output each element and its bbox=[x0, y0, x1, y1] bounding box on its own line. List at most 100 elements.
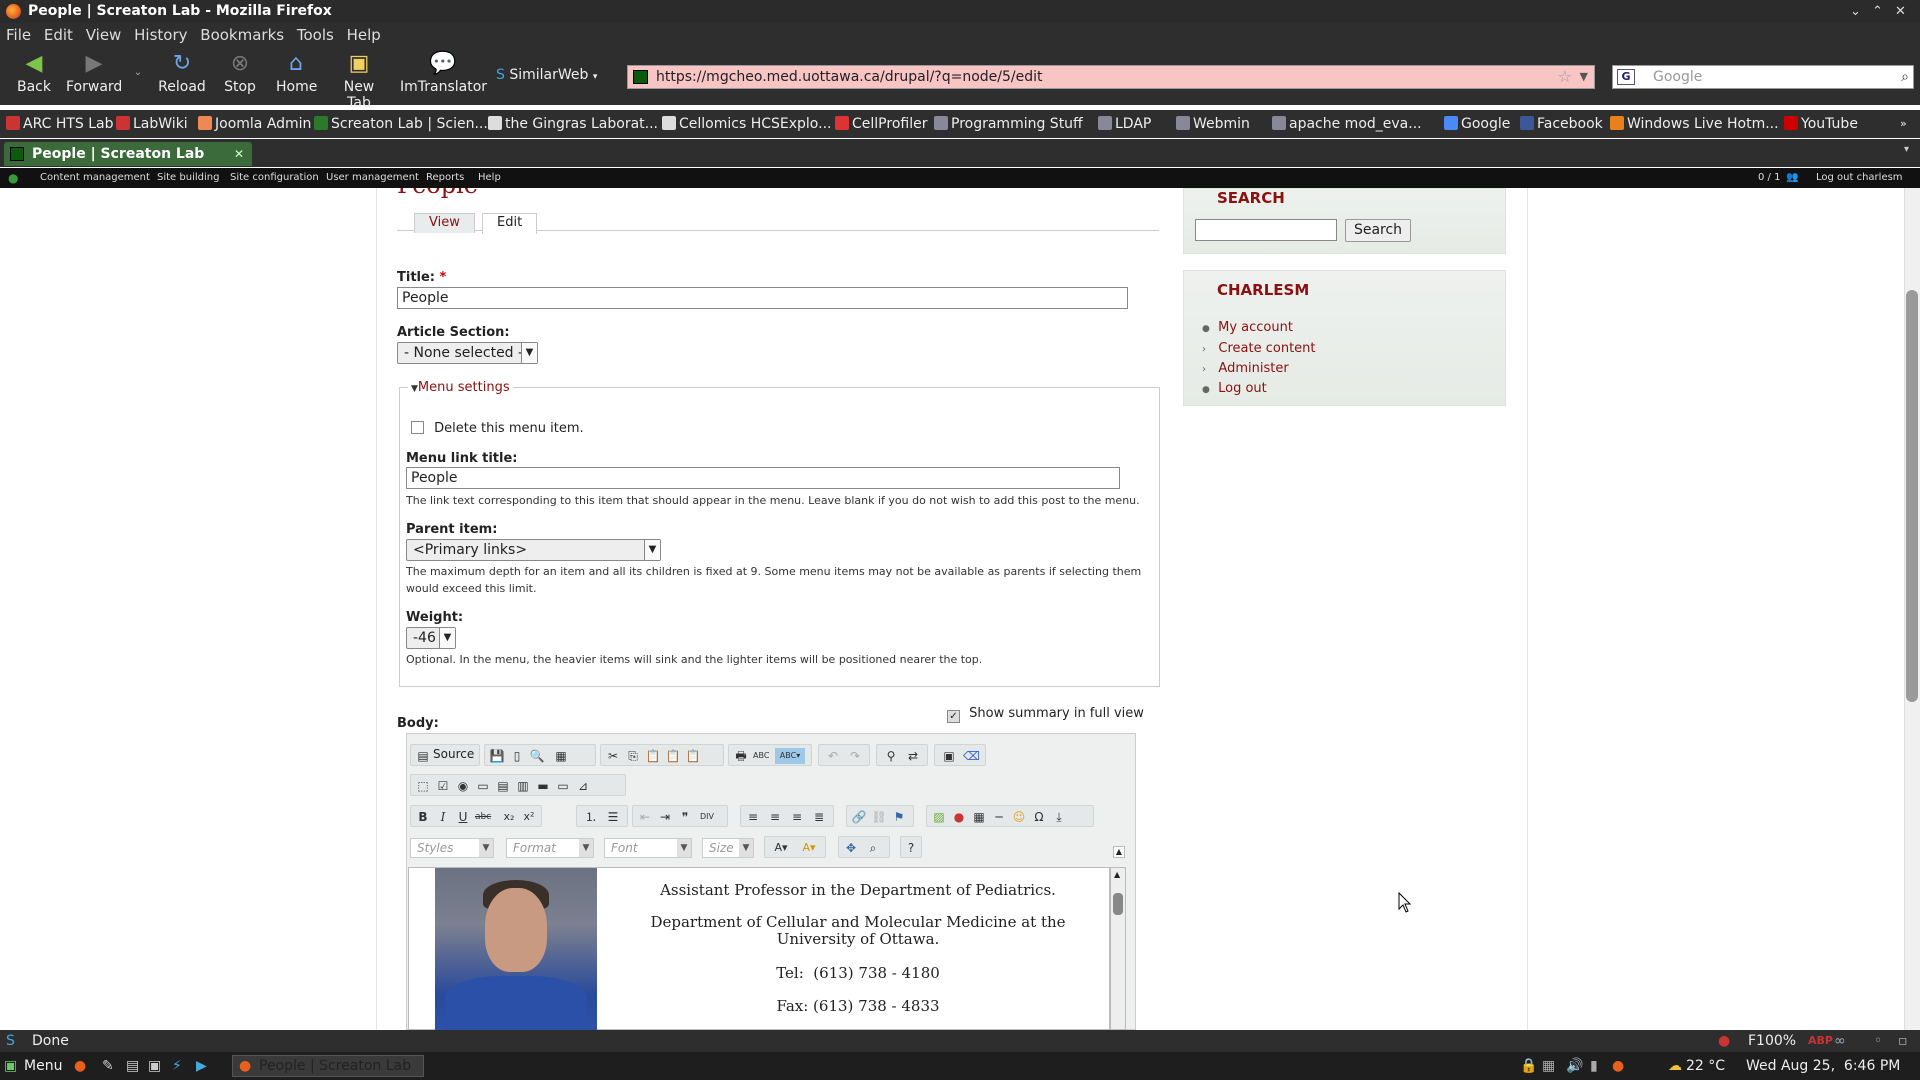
background-color-icon[interactable]: A▾ bbox=[797, 840, 821, 856]
image-button-icon[interactable]: ▭ bbox=[555, 778, 571, 794]
close-icon[interactable]: ✕ bbox=[1895, 0, 1906, 23]
format-dropdown[interactable]: Format ▼ bbox=[506, 838, 594, 858]
volume-icon[interactable]: 🔊 bbox=[1566, 1052, 1583, 1080]
radio-icon[interactable]: ◉ bbox=[455, 778, 471, 794]
parent-item-select[interactable]: <Primary links> ▼ bbox=[406, 539, 661, 561]
paste-word-icon[interactable]: 📋 bbox=[685, 748, 701, 764]
notes-launcher-icon[interactable]: ▤ bbox=[126, 1052, 139, 1080]
admin-site-configuration[interactable]: Site configuration bbox=[230, 168, 319, 188]
link-log-out[interactable]: ● Log out bbox=[1202, 379, 1316, 400]
article-section-select[interactable]: - None selected - ▼ bbox=[397, 342, 538, 364]
source-button[interactable]: ▤ Source bbox=[410, 744, 480, 766]
title-field[interactable]: People bbox=[397, 287, 1128, 309]
menu-tools[interactable]: Tools bbox=[297, 26, 334, 44]
home-button[interactable]: ⌂ Home bbox=[276, 51, 317, 95]
print-icon[interactable]: 🖶 bbox=[733, 748, 749, 764]
link-my-account[interactable]: ● My account bbox=[1202, 318, 1316, 339]
battery-icon[interactable]: ▮ bbox=[1590, 1052, 1598, 1080]
url-bar[interactable]: https://mgcheo.med.uottawa.ca/drupal/?q=… bbox=[627, 65, 1595, 89]
styles-dropdown[interactable]: Styles ▼ bbox=[410, 838, 494, 858]
admin-reports[interactable]: Reports bbox=[426, 168, 464, 188]
tab-people[interactable]: People | Screaton Lab ✕ bbox=[4, 142, 252, 166]
cut-icon[interactable]: ✂ bbox=[605, 748, 621, 764]
bookmark-joomla-admin[interactable]: Joomla Admin bbox=[198, 110, 311, 138]
blockquote-icon[interactable]: ❞ bbox=[677, 809, 693, 825]
bookmark-cellomics[interactable]: Cellomics HCSExplo... bbox=[662, 110, 831, 138]
italic-icon[interactable]: I bbox=[435, 809, 451, 825]
admin-user-management[interactable]: User management bbox=[326, 168, 419, 188]
bookmark-apache[interactable]: apache mod_eva... bbox=[1272, 110, 1422, 138]
checkbox-icon[interactable]: ☑ bbox=[435, 778, 451, 794]
url-dropdown-icon[interactable]: ▼ bbox=[1580, 66, 1588, 88]
underline-icon[interactable]: U bbox=[455, 809, 471, 825]
stop-button[interactable]: ⊗ Stop bbox=[222, 51, 258, 95]
paste-text-icon[interactable]: 📋 bbox=[665, 748, 681, 764]
menu-help[interactable]: Help bbox=[347, 26, 381, 44]
back-button[interactable]: ◀ Back bbox=[14, 51, 54, 95]
flash-icon[interactable]: ● bbox=[951, 809, 967, 825]
indent-icon[interactable]: ⇥ bbox=[657, 809, 673, 825]
numbered-list-icon[interactable]: ⒈ bbox=[583, 809, 599, 825]
find-icon[interactable]: ⚲ bbox=[883, 748, 899, 764]
media-launcher-icon[interactable]: ▶ bbox=[196, 1052, 207, 1080]
infinity-icon[interactable]: ∞ bbox=[1834, 1030, 1846, 1052]
tab-close-icon[interactable]: ✕ bbox=[234, 142, 244, 166]
horizontal-rule-icon[interactable]: ─ bbox=[991, 809, 1007, 825]
hidden-field-icon[interactable]: ⊿ bbox=[575, 778, 591, 794]
copy-icon[interactable]: ⎘ bbox=[625, 748, 641, 764]
scroll-up-icon[interactable]: ▲ bbox=[1114, 870, 1120, 879]
bookmark-star-icon[interactable]: ☆ bbox=[1558, 66, 1572, 88]
text-color-icon[interactable]: A▾ bbox=[769, 840, 793, 856]
align-center-icon[interactable]: ≡ bbox=[767, 809, 783, 825]
bookmark-webmin[interactable]: Webmin bbox=[1176, 110, 1250, 138]
drupal-icon[interactable]: ● bbox=[8, 168, 18, 188]
button-field-icon[interactable]: ▬ bbox=[535, 778, 551, 794]
network-icon[interactable]: ▦ bbox=[1542, 1052, 1555, 1080]
admin-site-building[interactable]: Site building bbox=[157, 168, 219, 188]
new-page-icon[interactable]: ▯ bbox=[509, 748, 525, 764]
maximize-editor-icon[interactable]: ✥ bbox=[843, 840, 859, 856]
bold-icon[interactable]: B bbox=[415, 809, 431, 825]
page-break-icon[interactable]: ⤓ bbox=[1051, 809, 1067, 825]
search-input[interactable]: G Google ⌕ bbox=[1612, 65, 1914, 89]
link-create-content[interactable]: › Create content bbox=[1202, 339, 1316, 359]
link-administer[interactable]: › Administer bbox=[1202, 359, 1316, 379]
menu-edit[interactable]: Edit bbox=[44, 26, 73, 44]
bookmark-arc-hts-lab[interactable]: ARC HTS Lab bbox=[6, 110, 114, 138]
subscript-icon[interactable]: x₂ bbox=[501, 809, 517, 825]
tab-edit[interactable]: Edit bbox=[482, 213, 538, 234]
addon-bar-icon[interactable]: ◦ bbox=[1874, 1030, 1882, 1052]
div-container-icon[interactable]: DIV bbox=[699, 809, 715, 825]
justify-icon[interactable]: ≣ bbox=[811, 809, 827, 825]
bookmark-screaton-lab[interactable]: Screaton Lab | Scien... bbox=[314, 110, 488, 138]
adblock-icon[interactable]: ABP bbox=[1808, 1030, 1833, 1052]
firefox-launcher-icon[interactable]: ● bbox=[74, 1052, 86, 1080]
delete-menu-item-checkbox[interactable] bbox=[411, 421, 424, 434]
bookmark-facebook[interactable]: Facebook bbox=[1520, 110, 1603, 138]
zoom-level[interactable]: F100% bbox=[1748, 1030, 1796, 1052]
replace-icon[interactable]: ⇄ bbox=[905, 748, 921, 764]
menu-bookmarks[interactable]: Bookmarks bbox=[200, 26, 284, 44]
bookmark-cellprofiler[interactable]: CellProfiler bbox=[835, 110, 927, 138]
bookmark-youtube[interactable]: YouTube bbox=[1784, 110, 1858, 138]
menu-settings-toggle[interactable]: ▼Menu settings bbox=[408, 380, 513, 395]
image-icon[interactable]: ▨ bbox=[931, 809, 947, 825]
history-dropdown-icon[interactable]: ⌄ bbox=[132, 67, 144, 78]
anchor-icon[interactable]: ⚑ bbox=[891, 809, 907, 825]
show-blocks-icon[interactable]: ⌕ bbox=[865, 840, 881, 856]
weight-select[interactable]: -46 ▼ bbox=[406, 627, 456, 649]
menu-view[interactable]: View bbox=[86, 26, 122, 44]
align-left-icon[interactable]: ≡ bbox=[745, 809, 761, 825]
imtranslator-button[interactable]: 💬 ImTranslator bbox=[400, 51, 487, 95]
textarea-icon[interactable]: ▤ bbox=[495, 778, 511, 794]
admin-content-management[interactable]: Content management bbox=[40, 168, 150, 188]
save-icon[interactable]: 💾 bbox=[489, 748, 505, 764]
weather-temperature[interactable]: 22 °C bbox=[1686, 1052, 1725, 1080]
menu-file[interactable]: File bbox=[6, 26, 31, 44]
spellcheck-icon[interactable]: ABC bbox=[753, 748, 769, 764]
editor-launcher-icon[interactable]: ✎ bbox=[102, 1052, 114, 1080]
reload-button[interactable]: ↻ Reload bbox=[158, 51, 206, 95]
undo-icon[interactable]: ↶ bbox=[825, 748, 841, 764]
align-right-icon[interactable]: ≡ bbox=[789, 809, 805, 825]
bulleted-list-icon[interactable]: ☰ bbox=[605, 809, 621, 825]
